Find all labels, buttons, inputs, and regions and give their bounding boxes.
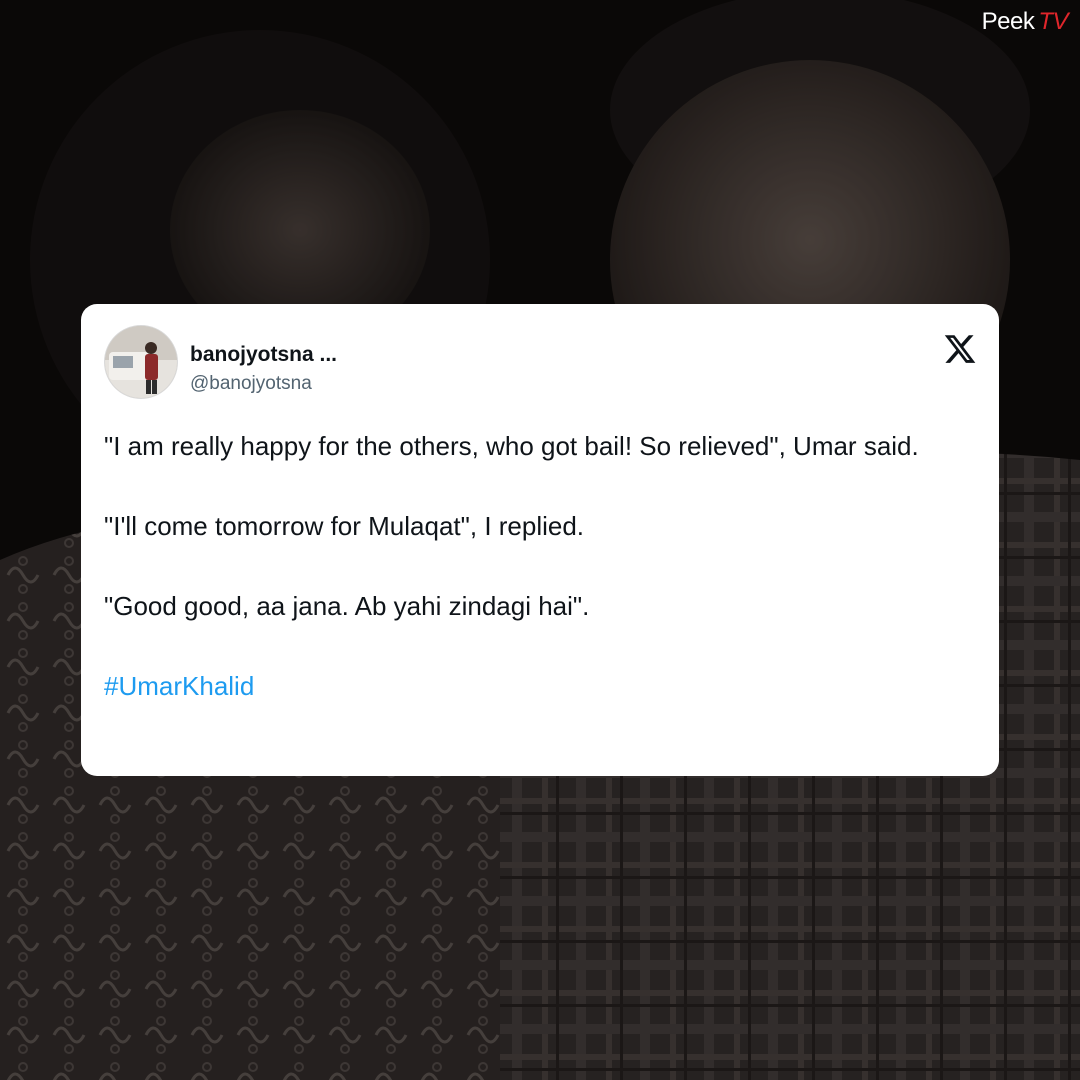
hashtag-link[interactable]: #UmarKhalid bbox=[104, 666, 974, 706]
post-canvas: Peek TV banojyotsna ... @banojyotsna "I … bbox=[0, 0, 1080, 1080]
tweet-paragraph: "I am really happy for the others, who g… bbox=[104, 431, 919, 461]
tweet-text: "I am really happy for the others, who g… bbox=[104, 426, 974, 706]
x-logo-icon[interactable] bbox=[943, 332, 977, 366]
brand-name-tv: TV bbox=[1038, 8, 1068, 35]
tweet-paragraph: "I'll come tomorrow for Mulaqat", I repl… bbox=[104, 511, 585, 541]
brand-watermark: Peek TV bbox=[981, 6, 1069, 38]
author-handle[interactable]: @banojyotsna bbox=[190, 371, 337, 397]
author-avatar[interactable] bbox=[105, 326, 177, 398]
author-display-name[interactable]: banojyotsna ... bbox=[190, 342, 337, 368]
brand-name-peek: Peek bbox=[981, 8, 1035, 35]
tweet-card[interactable]: banojyotsna ... @banojyotsna "I am reall… bbox=[81, 304, 999, 776]
author-info[interactable]: banojyotsna ... @banojyotsna bbox=[190, 342, 337, 397]
tweet-paragraph: "Good good, aa jana. Ab yahi zindagi hai… bbox=[104, 591, 590, 621]
